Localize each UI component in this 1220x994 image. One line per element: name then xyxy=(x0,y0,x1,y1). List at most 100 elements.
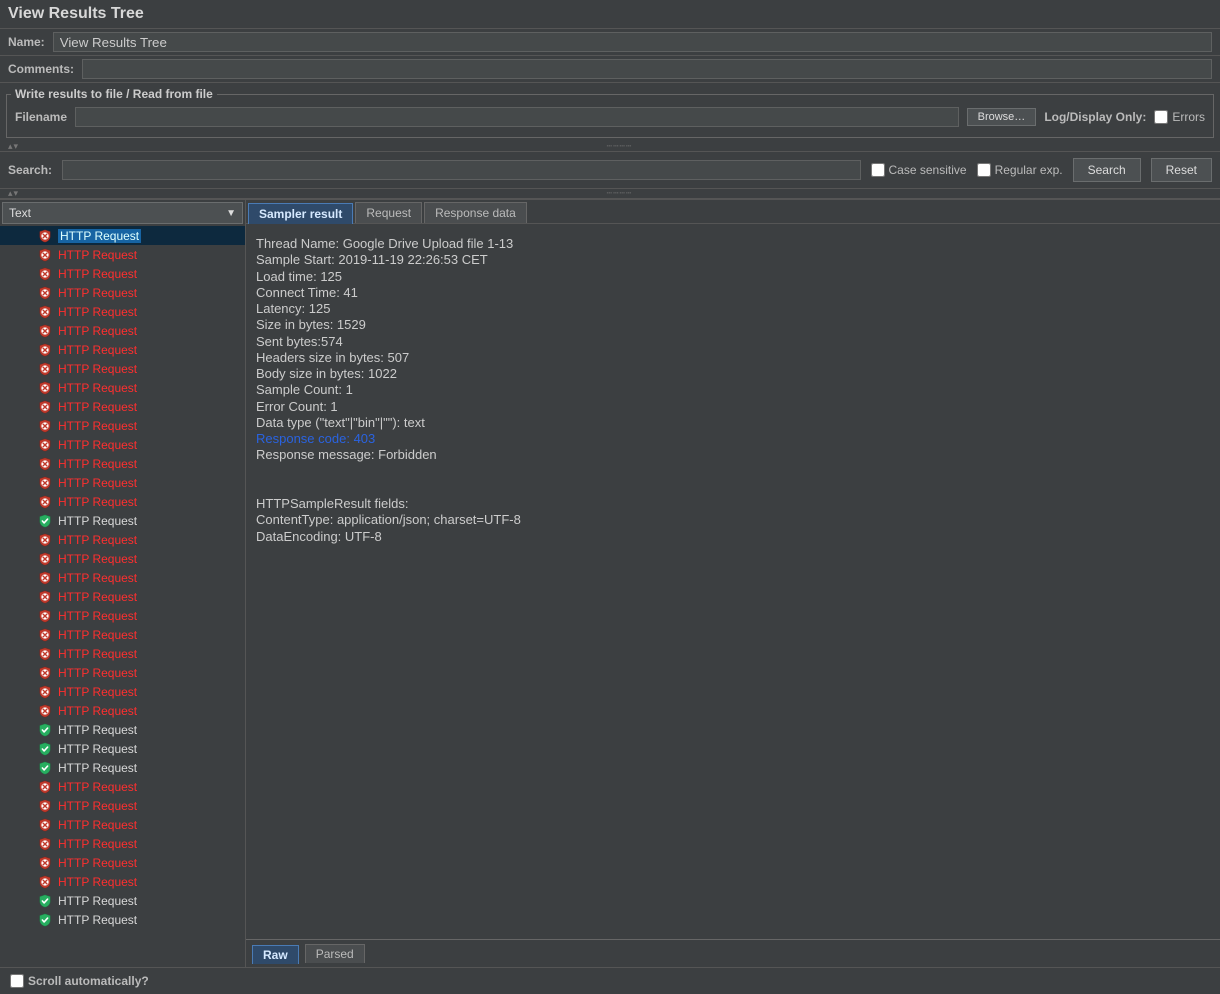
tree-item-label: HTTP Request xyxy=(58,666,137,680)
tree-item[interactable]: HTTP Request xyxy=(0,530,245,549)
shield-error-icon xyxy=(38,856,52,870)
tree-item[interactable]: HTTP Request xyxy=(0,644,245,663)
tree-item[interactable]: HTTP Request xyxy=(0,910,245,929)
shield-success-icon xyxy=(38,913,52,927)
filename-input[interactable] xyxy=(75,107,959,127)
renderer-dropdown[interactable]: Text ▼ xyxy=(2,202,243,224)
tree-item[interactable]: HTTP Request xyxy=(0,378,245,397)
tree-item[interactable]: HTTP Request xyxy=(0,872,245,891)
shield-error-icon xyxy=(38,590,52,604)
results-tree[interactable]: HTTP RequestHTTP RequestHTTP RequestHTTP… xyxy=(0,226,245,967)
tree-item-label: HTTP Request xyxy=(58,571,137,585)
search-input[interactable] xyxy=(62,160,860,180)
case-sensitive-wrap[interactable]: Case sensitive xyxy=(871,163,967,177)
tree-item-label: HTTP Request xyxy=(58,514,137,528)
tree-item-label: HTTP Request xyxy=(58,438,137,452)
case-sensitive-checkbox[interactable] xyxy=(871,163,885,177)
tree-item[interactable]: HTTP Request xyxy=(0,397,245,416)
shield-error-icon xyxy=(38,495,52,509)
search-label: Search: xyxy=(8,163,52,177)
shield-success-icon xyxy=(38,761,52,775)
tree-item[interactable]: HTTP Request xyxy=(0,283,245,302)
renderer-dropdown-value: Text xyxy=(9,206,31,220)
browse-button[interactable]: Browse… xyxy=(967,108,1037,126)
panel-title: View Results Tree xyxy=(0,0,1220,29)
tree-item-label: HTTP Request xyxy=(58,229,141,243)
shield-error-icon xyxy=(38,704,52,718)
subtab-raw[interactable]: Raw xyxy=(252,945,299,964)
regex-wrap[interactable]: Regular exp. xyxy=(977,163,1063,177)
tree-item[interactable]: HTTP Request xyxy=(0,568,245,587)
tree-item-label: HTTP Request xyxy=(58,381,137,395)
tree-item-label: HTTP Request xyxy=(58,837,137,851)
tree-item-label: HTTP Request xyxy=(58,875,137,889)
tree-item-label: HTTP Request xyxy=(58,495,137,509)
shield-error-icon xyxy=(38,457,52,471)
tree-item[interactable]: HTTP Request xyxy=(0,549,245,568)
case-sensitive-label: Case sensitive xyxy=(889,163,967,177)
collapse-handle-top[interactable]: ▴▾┄┄┄┄ xyxy=(0,142,1220,152)
tree-item[interactable]: HTTP Request xyxy=(0,891,245,910)
scroll-auto-wrap[interactable]: Scroll automatically? xyxy=(10,974,149,988)
shield-error-icon xyxy=(38,628,52,642)
tree-item[interactable]: HTTP Request xyxy=(0,834,245,853)
tree-item[interactable]: HTTP Request xyxy=(0,511,245,530)
tab-sampler-result[interactable]: Sampler result xyxy=(248,203,353,224)
tree-item-label: HTTP Request xyxy=(58,457,137,471)
regex-checkbox[interactable] xyxy=(977,163,991,177)
subtab-parsed[interactable]: Parsed xyxy=(305,944,365,963)
tree-item[interactable]: HTTP Request xyxy=(0,777,245,796)
tree-item[interactable]: HTTP Request xyxy=(0,473,245,492)
tree-item[interactable]: HTTP Request xyxy=(0,720,245,739)
collapse-handle-bottom[interactable]: ▴▾┄┄┄┄ xyxy=(0,189,1220,199)
tree-item[interactable]: HTTP Request xyxy=(0,587,245,606)
tree-item[interactable]: HTTP Request xyxy=(0,245,245,264)
errors-checkbox[interactable] xyxy=(1154,110,1168,124)
scroll-auto-checkbox[interactable] xyxy=(10,974,24,988)
tree-item[interactable]: HTTP Request xyxy=(0,454,245,473)
tree-item-label: HTTP Request xyxy=(58,799,137,813)
tree-item[interactable]: HTTP Request xyxy=(0,815,245,834)
tree-item[interactable]: HTTP Request xyxy=(0,606,245,625)
tree-item[interactable]: HTTP Request xyxy=(0,682,245,701)
tree-item[interactable]: HTTP Request xyxy=(0,321,245,340)
tree-item[interactable]: HTTP Request xyxy=(0,625,245,644)
shield-success-icon xyxy=(38,894,52,908)
tree-item[interactable]: HTTP Request xyxy=(0,226,245,245)
search-button[interactable]: Search xyxy=(1073,158,1141,182)
tree-item[interactable]: HTTP Request xyxy=(0,663,245,682)
tree-item[interactable]: HTTP Request xyxy=(0,701,245,720)
tree-item[interactable]: HTTP Request xyxy=(0,359,245,378)
tree-item-label: HTTP Request xyxy=(58,248,137,262)
shield-error-icon xyxy=(38,400,52,414)
tab-response-data[interactable]: Response data xyxy=(424,202,527,223)
shield-error-icon xyxy=(38,533,52,547)
tree-item[interactable]: HTTP Request xyxy=(0,758,245,777)
tree-item[interactable]: HTTP Request xyxy=(0,739,245,758)
shield-error-icon xyxy=(38,305,52,319)
filename-label: Filename xyxy=(15,110,67,124)
tree-item[interactable]: HTTP Request xyxy=(0,435,245,454)
tree-item[interactable]: HTTP Request xyxy=(0,416,245,435)
tree-item[interactable]: HTTP Request xyxy=(0,340,245,359)
shield-error-icon xyxy=(38,780,52,794)
shield-error-icon xyxy=(38,438,52,452)
tree-item-label: HTTP Request xyxy=(58,552,137,566)
tree-item-label: HTTP Request xyxy=(58,267,137,281)
response-code-highlight: Response code: 403 xyxy=(256,431,1210,447)
chevron-down-icon: ▼ xyxy=(226,208,236,219)
comments-label: Comments: xyxy=(8,62,74,76)
shield-success-icon xyxy=(38,723,52,737)
tab-request[interactable]: Request xyxy=(355,202,422,223)
shield-error-icon xyxy=(38,476,52,490)
tree-item[interactable]: HTTP Request xyxy=(0,853,245,872)
tree-item[interactable]: HTTP Request xyxy=(0,492,245,511)
tree-item[interactable]: HTTP Request xyxy=(0,264,245,283)
tree-item[interactable]: HTTP Request xyxy=(0,796,245,815)
comments-input[interactable] xyxy=(82,59,1212,79)
reset-button[interactable]: Reset xyxy=(1151,158,1212,182)
errors-checkbox-wrap[interactable]: Errors xyxy=(1154,110,1205,124)
name-input[interactable] xyxy=(53,32,1212,52)
tree-item-label: HTTP Request xyxy=(58,780,137,794)
tree-item[interactable]: HTTP Request xyxy=(0,302,245,321)
